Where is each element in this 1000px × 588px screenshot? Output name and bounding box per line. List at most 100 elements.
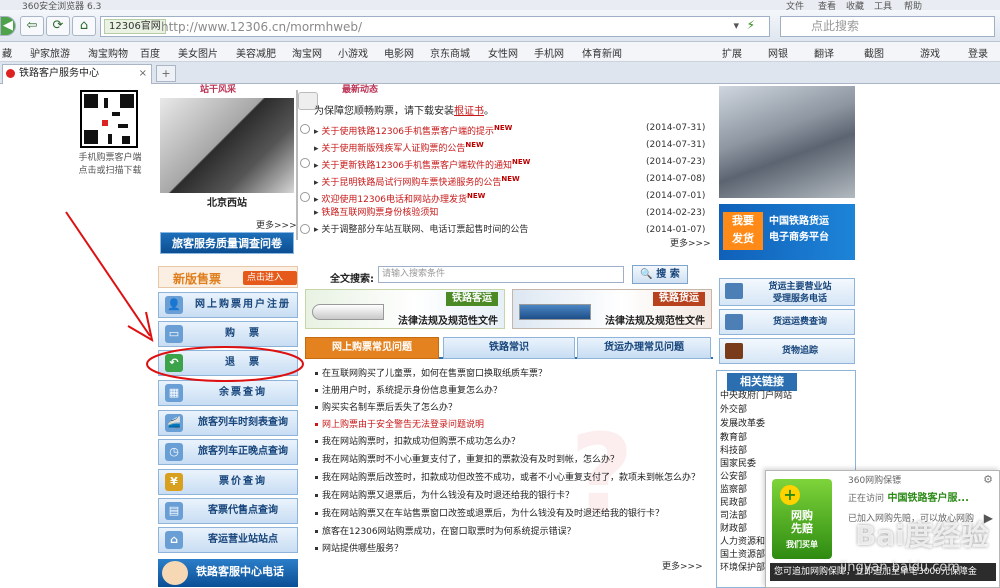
fulltext-search-label: 全文搜索:	[330, 274, 374, 285]
fav-item[interactable]: 手机网	[534, 45, 564, 60]
cargo-tracking[interactable]: 货物追踪	[719, 338, 855, 364]
login-button[interactable]: 登录	[968, 45, 988, 60]
faq-item[interactable]: 在互联网购买了儿童票，如何在售票窗口换取纸质车票？	[315, 366, 547, 382]
related-link[interactable]: 科技部	[720, 445, 747, 457]
fav-item[interactable]: 体育新闻	[582, 45, 622, 60]
more-faq-link[interactable]: 更多>>>	[662, 559, 703, 572]
related-link[interactable]: 中央政府门户网站	[720, 390, 792, 402]
home-icon[interactable]: ⌂	[72, 16, 96, 36]
news-item[interactable]: ▸ 关于调整部分车站互联网、电话订票起售时间的公告	[314, 223, 528, 238]
survey-button[interactable]: 旅客服务质量调查问卷	[160, 232, 294, 254]
tab-online-booking-faq[interactable]: 网上购票常见问题	[305, 337, 439, 359]
tab-12306[interactable]: 铁路客户服务中心 ×	[2, 64, 152, 84]
qr-code-icon[interactable]	[80, 90, 138, 148]
refresh-icon[interactable]: ⟳	[46, 16, 70, 36]
menu-delay-query[interactable]: ◷ 旅客列车正晚点查询	[158, 439, 298, 465]
search-button[interactable]: 🔍 搜 索	[632, 265, 688, 284]
station-staff-photo[interactable]	[160, 98, 294, 193]
customer-service-phone[interactable]: 铁路客服中心电话	[158, 559, 298, 587]
faq-item[interactable]: 我在网站购票后改签时，扣款成功但改签不成功，或者不小心重复支付了，款项未到帐怎么…	[315, 470, 700, 486]
related-link[interactable]: 教育部	[720, 432, 747, 444]
enter-button[interactable]: 点击进入>>	[243, 271, 297, 297]
faq-item[interactable]: 网上购票由于安全警告无法登录问题说明	[315, 417, 484, 433]
news-item[interactable]: ▸ 关于使用新版残疾军人证购票的公告NEW	[314, 138, 484, 154]
related-link[interactable]: 环境保护部	[720, 562, 765, 574]
page-content: 手机购票客户端 点击或扫描下载 1 2 3 4 北京西站 更多>>> 旅客服务质…	[0, 84, 1000, 588]
faq-item[interactable]: 旅客在12306网站购票成功，在窗口取票时为何系统提示错误？	[315, 524, 576, 540]
back-button[interactable]: ⇦	[20, 16, 44, 36]
news-item[interactable]: ▸ 关于更新铁路12306手机售票客户端软件的通知NEW	[314, 155, 530, 171]
related-link[interactable]: 民政部	[720, 497, 747, 509]
menu-agency-query[interactable]: ▤ 客票代售点查询	[158, 498, 298, 524]
lightning-icon[interactable]: ⚡	[747, 18, 755, 32]
gear-icon[interactable]: ⚙	[983, 473, 993, 486]
related-link[interactable]: 监察部	[720, 484, 747, 496]
address-bar[interactable]: 12306官网 http://www.12306.cn/mormhweb/ ▾ …	[100, 16, 770, 37]
fav-item[interactable]: 藏	[2, 45, 12, 60]
menu-register[interactable]: 👤 网上购票用户注册	[158, 292, 298, 318]
fav-item[interactable]: 小游戏	[338, 45, 368, 60]
news-item[interactable]: ▸ 欢迎使用12306电话和网站办理发货NEW	[314, 189, 485, 205]
fav-item[interactable]: 京东商城	[430, 45, 470, 60]
faq-item[interactable]: 我在网站购票又退票后，为什么钱没有及时退还给我的银行卡？	[315, 488, 574, 504]
more-news-link[interactable]: 更多>>>	[670, 236, 711, 249]
related-link[interactable]: 公安部	[720, 471, 747, 483]
back-arrow-icon[interactable]: ◀	[0, 16, 16, 36]
news-item[interactable]: ▸ 铁路互联网购票身份核验须知	[314, 206, 438, 221]
fav-item[interactable]: 女性网	[488, 45, 518, 60]
search-input[interactable]: 点此搜索	[780, 16, 995, 37]
fav-item[interactable]: 美女图片	[178, 45, 218, 60]
translate-button[interactable]: 翻译	[814, 45, 834, 60]
games-button[interactable]: 游戏	[920, 45, 940, 60]
watermark-url: jingyan.baidu.com	[840, 560, 960, 575]
screenshot-button[interactable]: 截图	[864, 45, 884, 60]
faq-item[interactable]: 注册用户时，系统提示身份信息重复怎么办？	[315, 383, 502, 399]
menu-price-query[interactable]: ¥ 票价查询	[158, 469, 298, 495]
faq-item[interactable]: 我在网站购票又在车站售票窗口改签或退票后，为什么钱没有及时退还给我的银行卡？	[315, 506, 664, 522]
passenger-law-banner[interactable]: 铁路客运 法律法规及规范性文件	[305, 289, 505, 329]
more-link[interactable]: 更多>>>	[256, 218, 297, 231]
faq-item[interactable]: 网站提供哪些服务？	[315, 541, 403, 557]
freight-law-banner[interactable]: 铁路货运 法律法规及规范性文件	[512, 289, 712, 329]
fav-item[interactable]: 淘宝网	[292, 45, 322, 60]
tab-freight-faq[interactable]: 货运办理常见问题	[577, 337, 711, 359]
freight-ecommerce-banner[interactable]: 我要 发货 中国铁路货运 电子商务平台	[719, 204, 855, 260]
menu-timetable[interactable]: 🚄 旅客列车时刻表查询	[158, 410, 298, 436]
fulltext-search-input[interactable]: 请输入搜索条件	[378, 266, 624, 283]
close-icon[interactable]: ×	[139, 65, 147, 83]
menu-buy-ticket[interactable]: ▭ 购 票	[158, 321, 298, 347]
fav-item[interactable]: 驴家旅游	[30, 45, 70, 60]
station-icon: ⌂	[165, 531, 183, 549]
news-item[interactable]: ▸ 关于昆明铁路局试行网购车票快递服务的公告NEW	[314, 172, 520, 188]
dropdown-icon[interactable]: ▾	[733, 19, 739, 32]
related-link[interactable]: 发展改革委	[720, 418, 765, 430]
menu-station-query[interactable]: ⌂ 客运营业站站点	[158, 527, 298, 553]
menu-refund-ticket[interactable]: ↶ 退 票	[158, 350, 298, 376]
site-badge[interactable]: 12306官网	[104, 19, 166, 34]
root-cert-link[interactable]: 根证书	[454, 106, 484, 117]
faq-item[interactable]: 我在网站购票时，扣款成功但购票不成功怎么办？	[315, 434, 520, 450]
related-link[interactable]: 国家民委	[720, 458, 756, 470]
related-link[interactable]: 财政部	[720, 523, 747, 535]
freight-station-phone[interactable]: 货运主要营业站 受理服务电话	[719, 278, 855, 306]
freight-cost-query[interactable]: 货运运费查询	[719, 309, 855, 335]
related-link[interactable]: 外交部	[720, 404, 747, 416]
related-link[interactable]: 司法部	[720, 510, 747, 522]
bank-button[interactable]: 网银	[768, 45, 788, 60]
menu-remaining-tickets[interactable]: ▦ 余票查询	[158, 380, 298, 406]
fav-item[interactable]: 百度	[140, 45, 160, 60]
new-tab-button[interactable]: +	[156, 65, 176, 82]
tab-rail-knowledge[interactable]: 铁路常识	[443, 337, 575, 359]
fav-item[interactable]: 电影网	[384, 45, 414, 60]
fav-item[interactable]: 美容减肥	[236, 45, 276, 60]
related-link[interactable]: 人力资源和	[720, 536, 765, 548]
news-item[interactable]: ▸ 关于使用铁路12306手机售票客户端的提示NEW	[314, 121, 512, 137]
new-version-ticketing[interactable]: 新版售票 点击进入>>	[158, 266, 298, 297]
faq-item[interactable]: 购买实名制车票后丢失了怎么办？	[315, 400, 457, 416]
extensions-button[interactable]: 扩展	[722, 45, 742, 60]
related-link[interactable]: 国土资源部	[720, 549, 765, 561]
faq-item[interactable]: 我在网站购票时不小心重复支付了，重复扣的票款没有及时到帐，怎么办？	[315, 452, 619, 468]
freight-truck-photo[interactable]	[719, 86, 855, 198]
fav-item[interactable]: 淘宝购物	[88, 45, 128, 60]
address-url[interactable]: http://www.12306.cn/mormhweb/	[161, 20, 362, 34]
